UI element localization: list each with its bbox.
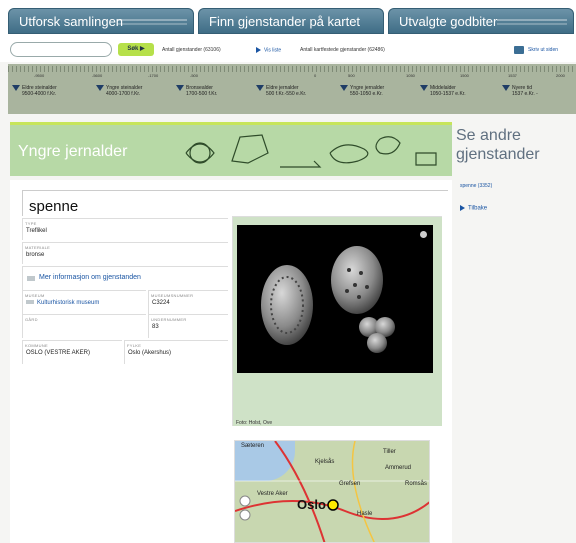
- tab-label: Utforsk samlingen: [19, 14, 124, 29]
- tab-selected-treats[interactable]: Utvalgte godbiter: [388, 8, 574, 34]
- printer-icon[interactable]: [514, 46, 524, 54]
- see-other-objects-heading: Se andre gjenstander: [456, 127, 540, 163]
- tab-label: Finn gjenstander på kartet: [209, 14, 361, 29]
- object-photo[interactable]: [237, 225, 433, 373]
- more-info-label: Mer informasjon om gjenstanden: [39, 274, 141, 281]
- timeline-ticks: [8, 66, 576, 72]
- field-value: Oslo (Akershus): [128, 350, 172, 356]
- field-label: MATERIALE: [25, 245, 51, 250]
- show-list-link[interactable]: Vis liste: [256, 47, 281, 53]
- map-label: Vestre Aker: [257, 491, 288, 497]
- field-label: MUSEUM: [25, 293, 45, 298]
- period-late-iron-age[interactable]: Yngre jernalder 550-1050 e.Kr.: [340, 85, 410, 97]
- year-label: 1537: [508, 73, 517, 78]
- field-value: C3224: [152, 300, 170, 306]
- year-label: -500: [190, 73, 199, 78]
- farm-field: GÅRD: [22, 314, 146, 338]
- map-city-label: Oslo: [297, 497, 326, 512]
- field-value: 83: [152, 324, 159, 330]
- year-label: 1500: [460, 73, 469, 78]
- object-title-box: spenne: [22, 190, 448, 216]
- year-label: 2000: [556, 73, 565, 78]
- decoration: [117, 19, 187, 25]
- photo-container: [232, 216, 442, 426]
- field-label: GÅRD: [25, 317, 38, 322]
- field-label: KOMMUNE: [25, 343, 48, 348]
- arrow-right-icon: [256, 47, 261, 53]
- map-label: Tiller: [383, 449, 396, 455]
- period-early-iron-age[interactable]: Eldre jernalder 500 f.Kr.-550 e.Kr.: [256, 85, 326, 97]
- tab-explore-collection[interactable]: Utforsk samlingen: [8, 8, 194, 34]
- year-label: 0: [314, 73, 317, 78]
- year-label: 500: [348, 73, 355, 78]
- type-field: TYPE Treflikel: [22, 218, 228, 240]
- county-field: FYLKE Oslo (Akershus): [124, 340, 228, 364]
- year-label: -9500: [34, 73, 45, 78]
- field-value: OSLO (VESTRE AKER): [26, 350, 91, 356]
- era-title: Yngre jernalder: [18, 143, 128, 160]
- related-objects-link[interactable]: spenne (3352): [460, 183, 492, 189]
- search-input[interactable]: [10, 42, 112, 57]
- more-info-toggle[interactable]: Mer informasjon om gjenstanden: [22, 266, 228, 290]
- map-label: Kjelsås: [315, 459, 335, 465]
- year-label: 1050: [406, 73, 415, 78]
- period-bronze-age[interactable]: Bronsealder 1700-500 f.Kr.: [176, 85, 246, 97]
- map-label: Romsås: [405, 481, 428, 487]
- museum-number-field: MUSEUMSNUMMER C3224: [148, 290, 228, 314]
- field-value: bronse: [26, 252, 45, 258]
- museum-link[interactable]: Kulturhistorisk museum: [26, 300, 99, 306]
- mapped-objects-count: Antall kartfestede gjenstander (62486): [300, 47, 385, 53]
- expand-icon: [27, 276, 35, 281]
- field-label: TYPE: [25, 221, 37, 226]
- museum-field: MUSEUM Kulturhistorisk museum: [22, 290, 146, 314]
- object-panel: spenne TYPE Treflikel MATERIALE bronse M…: [10, 180, 452, 543]
- period-modern-times[interactable]: Nyere tid 1537 e.Kr. -: [502, 85, 572, 97]
- artifact-illustrations: [185, 134, 437, 168]
- period-middle-ages[interactable]: Middelalder 1050-1537 e.Kr.: [420, 85, 490, 97]
- arrow-right-icon: [460, 205, 465, 211]
- field-label: UNDERNUMMER: [151, 317, 187, 322]
- field-value: Treflikel: [26, 228, 47, 234]
- era-banner: Yngre jernalder: [10, 122, 452, 176]
- period-late-stone-age[interactable]: Yngre steinalder 4000-1700 f.Kr.: [96, 85, 166, 97]
- field-label: FYLKE: [127, 343, 142, 348]
- map-label: Hasle: [357, 511, 373, 517]
- page: Utforsk samlingen Finn gjenstander på ka…: [0, 0, 576, 543]
- brooch-photo: [261, 246, 395, 353]
- location-map[interactable]: Sæteren Kjelsås Tiller Ammerud Vestre Ak…: [234, 440, 430, 543]
- map-label: Ammerud: [385, 465, 412, 471]
- photo-caption: Foto: Holst, Ove: [236, 420, 273, 426]
- period-early-stone-age[interactable]: Eldre steinalder 9500-4000 f.Kr.: [12, 85, 82, 97]
- total-objects-count: Antall gjenstander (63106): [162, 47, 221, 53]
- map-label: Sæteren: [241, 443, 265, 449]
- tab-find-on-map[interactable]: Finn gjenstander på kartet: [198, 8, 384, 34]
- zoom-icon[interactable]: [420, 231, 427, 238]
- field-label: MUSEUMSNUMMER: [151, 293, 194, 298]
- year-label: -1700: [148, 73, 159, 78]
- period-timeline: -9500 -5600 -1700 -500 0 500 1050 1500 1…: [8, 64, 576, 114]
- print-page-link[interactable]: Skriv ut siden: [528, 47, 558, 53]
- museum-icon: [26, 300, 34, 305]
- decoration: [497, 19, 567, 25]
- map-label: Grefsen: [339, 481, 361, 487]
- material-field: MATERIALE bronse: [22, 242, 228, 264]
- municipality-field: KOMMUNE OSLO (VESTRE AKER): [22, 340, 122, 364]
- search-button[interactable]: Søk ▶: [118, 43, 154, 56]
- subnumber-field: UNDERNUMMER 83: [148, 314, 228, 338]
- top-navigation: Utforsk samlingen Finn gjenstander på ka…: [0, 0, 576, 38]
- search-row: Søk ▶ Antall gjenstander (63106) Vis lis…: [0, 38, 576, 62]
- tab-label: Utvalgte godbiter: [399, 14, 498, 29]
- year-label: -5600: [92, 73, 103, 78]
- back-link[interactable]: Tilbake: [460, 205, 487, 212]
- object-title: spenne: [29, 198, 79, 215]
